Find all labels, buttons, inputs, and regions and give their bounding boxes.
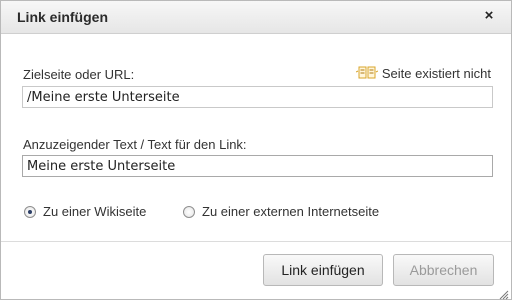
insert-link-button[interactable]: Link einfügen <box>263 254 383 286</box>
url-input[interactable] <box>22 86 493 108</box>
close-icon[interactable]: × <box>481 7 497 25</box>
radio-button-checked[interactable] <box>24 205 36 218</box>
radio-wiki-page-label: Zu einer Wikiseite <box>43 204 147 219</box>
radio-wiki-page[interactable]: Zu einer Wikiseite <box>24 204 146 219</box>
dialog-title: Link einfügen <box>17 9 108 25</box>
resize-grip-icon[interactable] <box>499 287 509 300</box>
cancel-button[interactable]: Abbrechen <box>393 254 494 286</box>
dialog-titlebar[interactable]: Link einfügen × <box>1 1 511 34</box>
link-text-label: Anzuzeigender Text / Text für den Link: <box>23 137 247 152</box>
radio-button-unchecked[interactable] <box>183 205 195 218</box>
page-missing-icon <box>355 65 379 81</box>
page-status-text: Seite existiert nicht <box>381 65 491 81</box>
page-status: Seite existiert nicht <box>355 65 491 81</box>
target-label: Zielseite oder URL: <box>23 67 135 82</box>
radio-external-page-label: Zu einer externen Internetseite <box>202 204 380 219</box>
radio-external-page[interactable]: Zu einer externen Internetseite <box>183 204 379 219</box>
link-dialog: Link einfügen × Zielseite oder URL: Seit… <box>0 0 512 300</box>
footer-divider <box>1 241 511 242</box>
link-text-input[interactable] <box>22 155 493 177</box>
